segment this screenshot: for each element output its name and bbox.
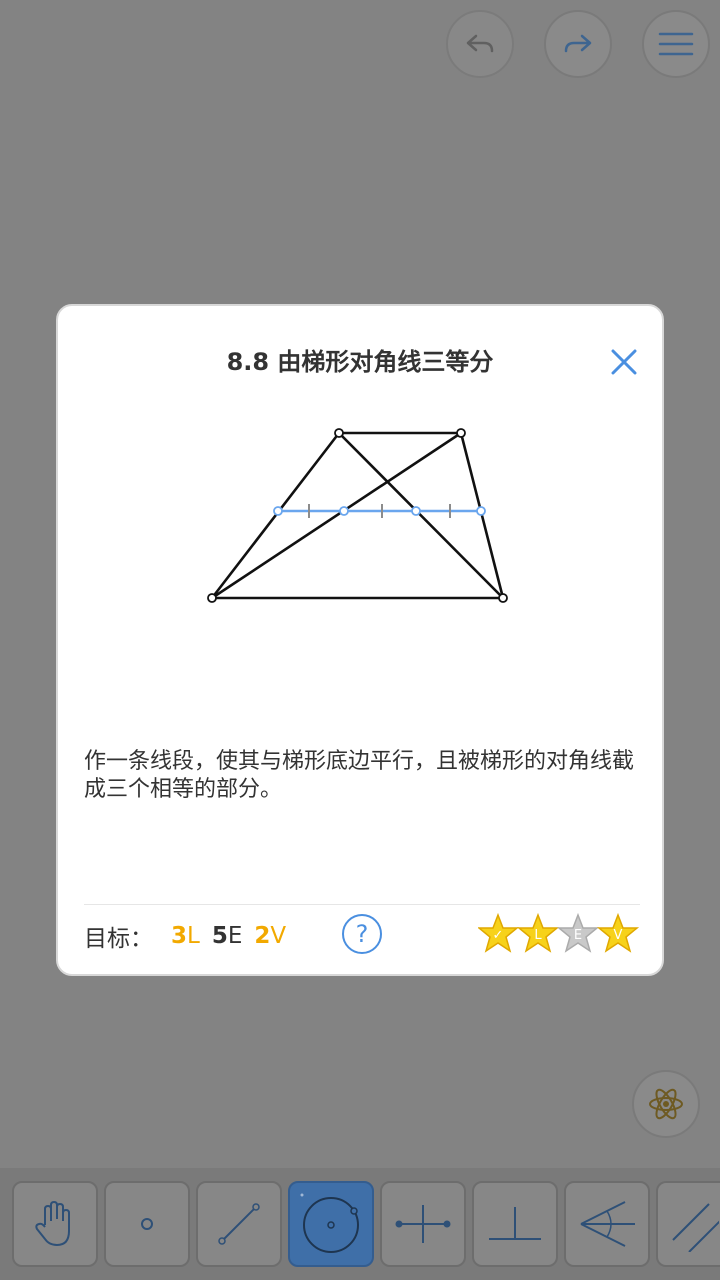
goal-verify: 2V — [254, 923, 287, 949]
menu-button[interactable] — [642, 10, 710, 78]
star-lines: L — [518, 914, 558, 952]
perpendicular-bisector-tool-button[interactable] — [380, 1181, 466, 1267]
circle-tool-button[interactable] — [288, 1181, 374, 1267]
svg-text:E: E — [574, 928, 582, 943]
perpendicular-tool-icon — [489, 1207, 541, 1240]
star-rating: ✓ L E V — [478, 914, 638, 952]
goal-label: 目标： — [84, 926, 153, 952]
perpendicular-bisector-tool-icon — [395, 1205, 451, 1243]
undo-icon — [466, 34, 494, 53]
svg-text:✓: ✓ — [493, 928, 504, 943]
goal-lines: 3L — [171, 923, 200, 949]
divider — [84, 904, 640, 905]
vertex-point — [334, 428, 344, 438]
help-icon: ? — [355, 920, 369, 948]
vertex-point — [207, 593, 217, 603]
point-tool-icon — [141, 1218, 153, 1230]
level-title: 8.8 由梯形对角线三等分 — [226, 348, 494, 376]
circle-tool-icon — [300, 1193, 359, 1253]
redo-icon — [564, 34, 592, 53]
segment-point — [476, 506, 486, 516]
close-icon — [611, 349, 637, 375]
point-tool-button[interactable] — [104, 1181, 190, 1267]
menu-icon — [658, 32, 694, 56]
atom-hint-icon — [649, 1088, 683, 1120]
angle-bisector-tool-icon — [580, 1201, 635, 1247]
level-description: 作一条线段，使其与梯形底边平行，且被梯形的对角线截成三个相等的部分。 — [84, 749, 635, 802]
angle-bisector-tool-button[interactable] — [564, 1181, 650, 1267]
perpendicular-tool-button[interactable] — [472, 1181, 558, 1267]
goal-elements: 5E — [211, 923, 243, 949]
line-tool-button[interactable] — [196, 1181, 282, 1267]
level-dialog: 8.8 由梯形对角线三等分 作一条线段，使其与梯形底边平行，且被梯形的对角线截成… — [56, 304, 664, 976]
svg-text:V: V — [614, 928, 623, 943]
parallel-tool-button[interactable] — [656, 1181, 720, 1267]
help-button[interactable]: ? — [342, 914, 382, 954]
diagonal-one — [337, 431, 505, 600]
trapezoid-figure — [207, 428, 508, 603]
diagonal-two — [210, 431, 463, 600]
trapezoid-left-edge — [210, 431, 341, 600]
segment-point — [273, 506, 283, 516]
hint-button[interactable] — [632, 1070, 700, 1138]
parallel-tool-icon — [672, 1203, 719, 1252]
svg-text:L: L — [534, 928, 542, 943]
vertex-point — [456, 428, 466, 438]
line-tool-icon — [218, 1203, 260, 1245]
hand-tool-button[interactable] — [12, 1181, 98, 1267]
star-check: ✓ — [478, 914, 518, 952]
star-verify: V — [598, 914, 638, 952]
star-elements: E — [558, 914, 598, 952]
close-button[interactable] — [606, 344, 642, 380]
redo-button[interactable] — [544, 10, 612, 78]
hand-tool-icon — [35, 1201, 70, 1246]
vertex-point — [498, 593, 508, 603]
goal-row: 目标： 3L 5E 2V — [84, 916, 298, 956]
undo-button[interactable] — [446, 10, 514, 78]
segment-point — [411, 506, 421, 516]
tool-bar — [0, 1168, 720, 1280]
segment-point — [339, 506, 349, 516]
